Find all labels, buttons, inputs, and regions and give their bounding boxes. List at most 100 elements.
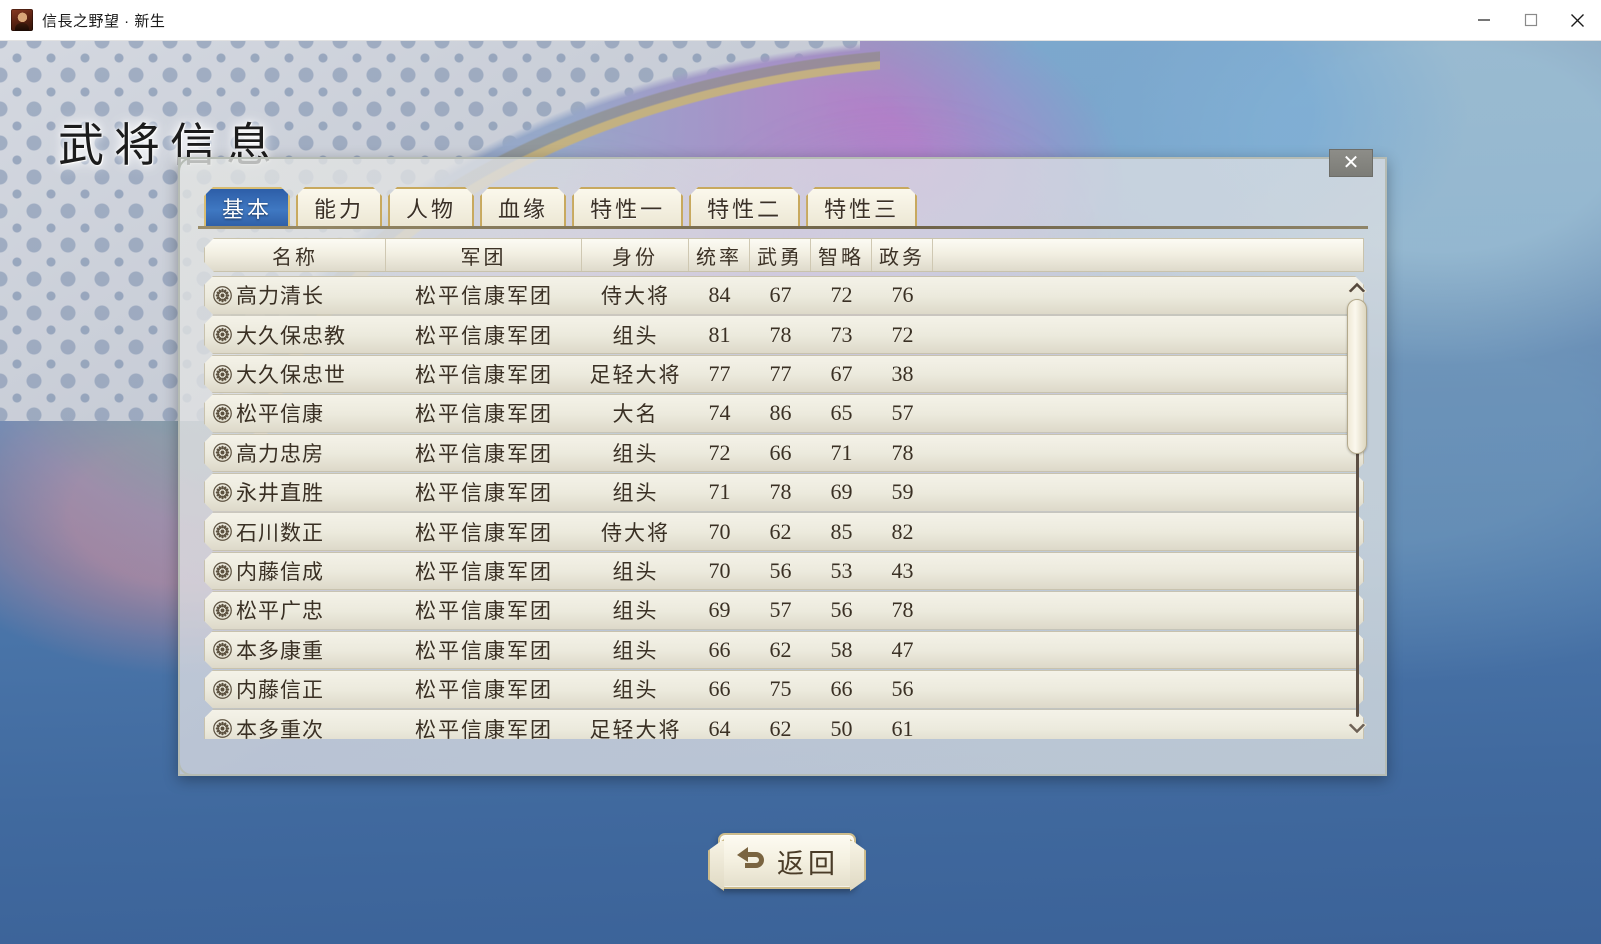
tab-label: 特性二: [707, 197, 783, 222]
cell-value: 86: [769, 400, 792, 426]
dialog-close-button[interactable]: ✕: [1329, 149, 1373, 177]
cell-admin: 76: [872, 277, 933, 314]
cell-value: 78: [891, 439, 914, 465]
cell-value: 松平信康军团: [415, 638, 553, 663]
cell-spacer: [933, 395, 1363, 432]
cell-admin: 82: [872, 513, 933, 550]
close-button[interactable]: [1554, 0, 1601, 41]
tab-6[interactable]: 特性二: [689, 187, 800, 227]
cell-value: 58: [830, 636, 853, 662]
column-header-name[interactable]: 名称: [205, 239, 386, 271]
column-header-intel[interactable]: 智略: [811, 239, 872, 271]
column-header-label: 名称: [272, 246, 318, 269]
column-header-valor[interactable]: 武勇: [750, 239, 811, 271]
cell-valor: 62: [750, 710, 811, 739]
cell-value: 65: [830, 400, 853, 426]
family-crest-icon: [213, 719, 232, 738]
cell-value: 松平信康军团: [415, 717, 553, 739]
table-row[interactable]: 内藤信正 松平信康军团 组头 66 75 66 56: [204, 670, 1364, 709]
cell-value: 71: [708, 479, 731, 505]
tab-4[interactable]: 血缘: [480, 187, 566, 227]
column-header-label: 智略: [818, 246, 864, 269]
table-row[interactable]: 本多康重 松平信康军团 组头 66 62 58 47: [204, 631, 1364, 670]
cell-spacer: [933, 435, 1363, 472]
column-header-rank[interactable]: 身份: [582, 239, 689, 271]
cell-value: 高力忠房: [236, 441, 324, 466]
cell-valor: 57: [750, 592, 811, 629]
cell-corps: 松平信康军团: [386, 474, 582, 511]
cell-value: 59: [891, 479, 914, 505]
cell-rank: 侍大将: [582, 277, 689, 314]
column-header-lead[interactable]: 统率: [689, 239, 750, 271]
cell-spacer: [933, 474, 1363, 511]
column-header-spacer: [933, 239, 1363, 271]
cell-value: 57: [891, 400, 914, 426]
cell-spacer: [933, 592, 1363, 629]
tab-label: 基本: [222, 197, 273, 222]
column-header-label: 军团: [460, 246, 507, 269]
cell-intel: 66: [811, 671, 872, 708]
tab-2[interactable]: 能力: [296, 187, 382, 227]
tab-3[interactable]: 人物: [388, 187, 474, 227]
scrollbar-thumb[interactable]: [1347, 299, 1367, 454]
table-row[interactable]: 石川数正 松平信康军团 侍大将 70 62 85 82: [204, 512, 1364, 551]
scroll-up-button[interactable]: [1345, 277, 1369, 297]
cell-value: 62: [769, 518, 792, 544]
table-row[interactable]: 高力忠房 松平信康军团 组头 72 66 71 78: [204, 434, 1364, 473]
cell-valor: 62: [750, 513, 811, 550]
table-row[interactable]: 松平广忠 松平信康军团 组头 69 57 56 78: [204, 591, 1364, 630]
table-header-row: 名称 军团 身份 统率 武勇 智略 政务: [204, 238, 1364, 272]
cell-rank: 组头: [582, 435, 689, 472]
cell-value: 永井直胜: [236, 481, 324, 506]
cell-admin: 47: [872, 632, 933, 669]
cell-value: 松平信康军团: [415, 323, 553, 348]
cell-value: 62: [769, 715, 792, 739]
cell-value: 78: [769, 479, 792, 505]
cell-corps: 松平信康军团: [386, 277, 582, 314]
column-header-corps[interactable]: 军团: [386, 239, 582, 271]
dialog-corner-bottom-left: [178, 760, 194, 776]
cell-value: 56: [769, 558, 792, 584]
cell-valor: 78: [750, 316, 811, 353]
tab-label: 血缘: [498, 197, 549, 222]
cell-value: 50: [830, 715, 853, 739]
cell-corps: 松平信康军团: [386, 513, 582, 550]
cell-intel: 67: [811, 356, 872, 393]
cell-value: 66: [708, 636, 731, 662]
cell-intel: 85: [811, 513, 872, 550]
column-header-admin[interactable]: 政务: [872, 239, 933, 271]
scroll-down-button[interactable]: [1345, 719, 1369, 739]
cell-value: 70: [708, 518, 731, 544]
maximize-button[interactable]: [1507, 0, 1554, 41]
cell-name: 永井直胜: [205, 474, 386, 511]
cell-admin: 78: [872, 435, 933, 472]
cell-lead: 70: [689, 553, 750, 590]
cell-value: 81: [708, 321, 731, 347]
app-portrait-icon: [11, 9, 33, 31]
table-row[interactable]: 本多重次 松平信康军团 足轻大将 64 62 50 61: [204, 709, 1364, 739]
cell-value: 松平信康军团: [415, 481, 553, 506]
cell-value: 高力清长: [236, 284, 324, 309]
table-row[interactable]: 永井直胜 松平信康军团 组头 71 78 69 59: [204, 473, 1364, 512]
minimize-button[interactable]: [1460, 0, 1507, 41]
cell-lead: 72: [689, 435, 750, 472]
cell-admin: 38: [872, 356, 933, 393]
cell-value: 84: [708, 282, 731, 308]
window-controls: [1460, 0, 1601, 41]
cell-corps: 松平信康军团: [386, 671, 582, 708]
scrollbar[interactable]: [1345, 277, 1369, 739]
table-row[interactable]: 大久保忠教 松平信康军团 组头 81 78 73 72: [204, 315, 1364, 354]
cell-value: 78: [891, 597, 914, 623]
tab-5[interactable]: 特性一: [572, 187, 683, 227]
table-row[interactable]: 大久保忠世 松平信康军团 足轻大将 77 77 67 38: [204, 355, 1364, 394]
tab-1[interactable]: 基本: [204, 187, 290, 227]
cell-corps: 松平信康军团: [386, 316, 582, 353]
table-row[interactable]: 内藤信成 松平信康军团 组头 70 56 53 43: [204, 552, 1364, 591]
cell-lead: 66: [689, 671, 750, 708]
back-button[interactable]: 返回: [718, 833, 856, 889]
table-row[interactable]: 高力清长 松平信康军团 侍大将 84 67 72 76: [204, 276, 1364, 315]
table-row[interactable]: 松平信康 松平信康军团 大名 74 86 65 57: [204, 394, 1364, 433]
tab-7[interactable]: 特性三: [806, 187, 917, 227]
cell-value: 69: [830, 479, 853, 505]
tab-bar-divider: [198, 226, 1368, 229]
